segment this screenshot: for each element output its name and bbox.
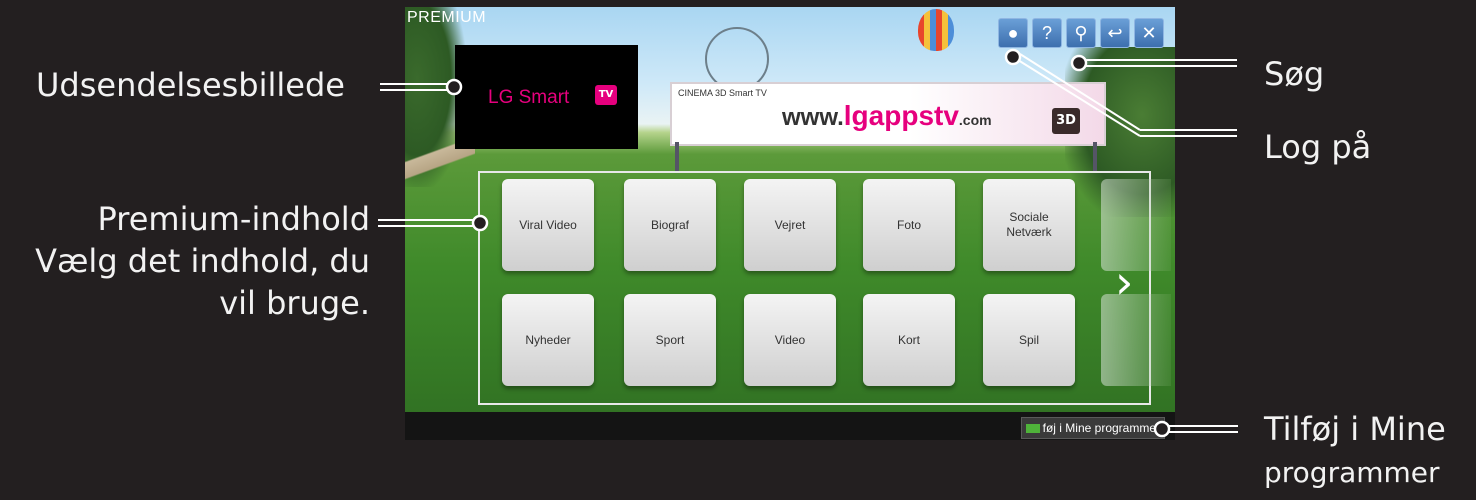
leader-lines	[378, 48, 1238, 438]
